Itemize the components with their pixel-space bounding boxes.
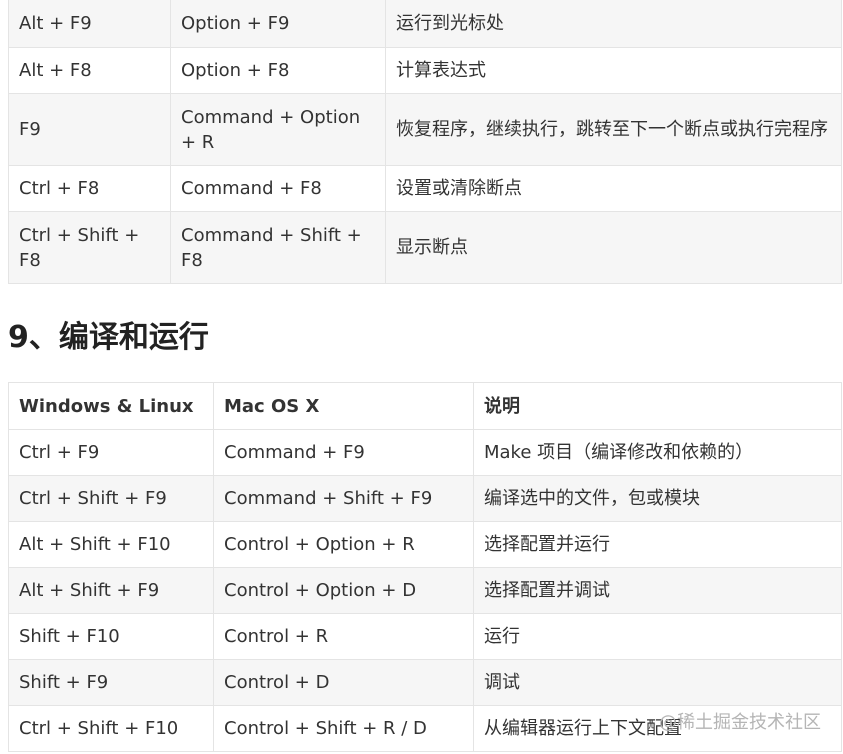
description-header: 说明	[473, 382, 842, 430]
windows-shortcut-cell: Shift + F10	[8, 613, 214, 660]
mac-os-header: Mac OS X	[213, 382, 474, 430]
table-row: Ctrl + F9 Command + F9 Make 项目（编译修改和依赖的）	[8, 429, 842, 476]
table-header-row: Windows & Linux Mac OS X 说明	[8, 382, 842, 430]
table-row: F9 Command + Option + R 恢复程序，继续执行，跳转至下一个…	[8, 93, 842, 166]
description-cell: 设置或清除断点	[385, 165, 842, 212]
table-row: Ctrl + F8 Command + F8 设置或清除断点	[8, 165, 842, 212]
mac-shortcut-cell: Control + Option + R	[213, 521, 474, 568]
table-row: Ctrl + Shift + F9 Command + Shift + F9 编…	[8, 475, 842, 522]
mac-shortcut-cell: Option + F9	[170, 0, 386, 48]
description-cell: 显示断点	[385, 211, 842, 284]
windows-shortcut-cell: Ctrl + F9	[8, 429, 214, 476]
windows-shortcut-cell: Alt + F9	[8, 0, 171, 48]
table-row: Shift + F9 Control + D 调试	[8, 659, 842, 706]
mac-shortcut-cell: Command + F8	[170, 165, 386, 212]
description-cell: 计算表达式	[385, 47, 842, 94]
section-heading: 9、编译和运行	[8, 320, 209, 355]
description-cell: Make 项目（编译修改和依赖的）	[473, 429, 842, 476]
description-cell: 选择配置并调试	[473, 567, 842, 614]
windows-shortcut-cell: Ctrl + Shift + F8	[8, 211, 171, 284]
windows-shortcut-cell: Ctrl + Shift + F9	[8, 475, 214, 522]
mac-shortcut-cell: Command + Option + R	[170, 93, 386, 166]
windows-shortcut-cell: Alt + Shift + F10	[8, 521, 214, 568]
windows-shortcut-cell: Alt + F8	[8, 47, 171, 94]
mac-shortcut-cell: Command + Shift + F9	[213, 475, 474, 522]
windows-shortcut-cell: Ctrl + Shift + F10	[8, 705, 214, 752]
table-row: Alt + F8 Option + F8 计算表达式	[8, 47, 842, 94]
mac-shortcut-cell: Control + D	[213, 659, 474, 706]
windows-shortcut-cell: F9	[8, 93, 171, 166]
table-row: Alt + Shift + F9 Control + Option + D 选择…	[8, 567, 842, 614]
mac-shortcut-cell: Command + F9	[213, 429, 474, 476]
description-cell: 运行到光标处	[385, 0, 842, 48]
mac-shortcut-cell: Option + F8	[170, 47, 386, 94]
debug-shortcuts-table: Alt + F9 Option + F9 运行到光标处 Alt + F8 Opt…	[8, 0, 842, 284]
table-row: Alt + F9 Option + F9 运行到光标处	[8, 0, 842, 48]
windows-shortcut-cell: Shift + F9	[8, 659, 214, 706]
watermark: @稀土掘金技术社区	[659, 712, 821, 733]
windows-linux-header: Windows & Linux	[8, 382, 214, 430]
table-row: Ctrl + Shift + F8 Command + Shift + F8 显…	[8, 211, 842, 284]
windows-shortcut-cell: Alt + Shift + F9	[8, 567, 214, 614]
compile-run-shortcuts-table: Windows & Linux Mac OS X 说明 Ctrl + F9 Co…	[8, 382, 842, 752]
description-cell: 选择配置并运行	[473, 521, 842, 568]
mac-shortcut-cell: Control + R	[213, 613, 474, 660]
description-cell: 调试	[473, 659, 842, 706]
description-cell: 运行	[473, 613, 842, 660]
windows-shortcut-cell: Ctrl + F8	[8, 165, 171, 212]
table-row: Shift + F10 Control + R 运行	[8, 613, 842, 660]
table-row: Alt + Shift + F10 Control + Option + R 选…	[8, 521, 842, 568]
mac-shortcut-cell: Control + Option + D	[213, 567, 474, 614]
description-cell: 恢复程序，继续执行，跳转至下一个断点或执行完程序	[385, 93, 842, 166]
mac-shortcut-cell: Command + Shift + F8	[170, 211, 386, 284]
description-cell: 编译选中的文件，包或模块	[473, 475, 842, 522]
mac-shortcut-cell: Control + Shift + R / D	[213, 705, 474, 752]
